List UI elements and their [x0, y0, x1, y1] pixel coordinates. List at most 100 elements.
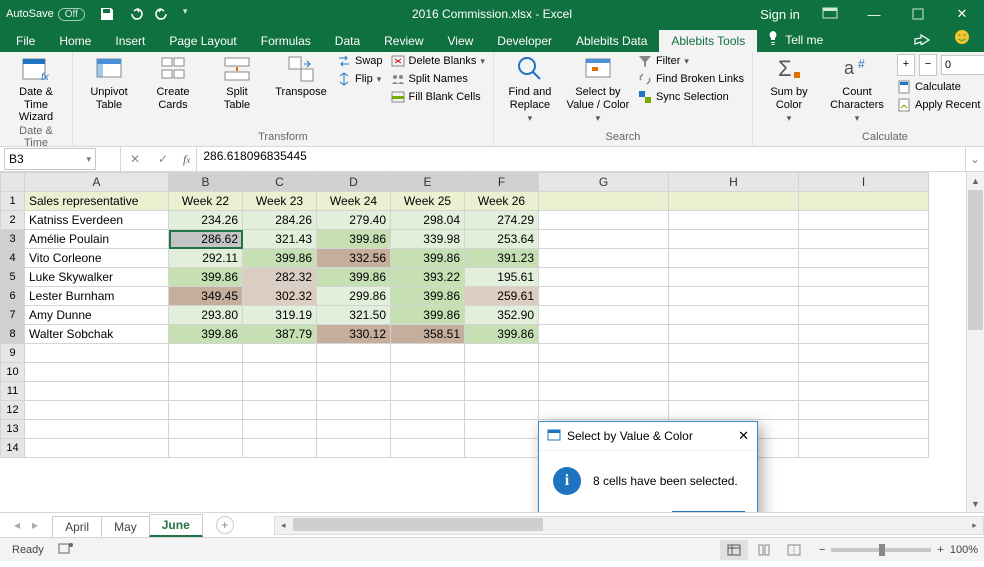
- cell[interactable]: [243, 344, 317, 363]
- cell[interactable]: [465, 401, 539, 420]
- cell[interactable]: [169, 420, 243, 439]
- tab-home[interactable]: Home: [47, 30, 103, 52]
- split-table-button[interactable]: Split Table: [209, 54, 265, 111]
- row-header[interactable]: 2: [1, 211, 25, 230]
- sync-selection-button[interactable]: Sync Selection: [638, 90, 744, 104]
- scroll-thumb[interactable]: [968, 190, 983, 330]
- create-cards-button[interactable]: Create Cards: [145, 54, 201, 111]
- cell[interactable]: [669, 249, 799, 268]
- cell[interactable]: [317, 401, 391, 420]
- header-cell[interactable]: Week 25: [391, 192, 465, 211]
- swap-button[interactable]: Swap: [337, 54, 383, 68]
- zoom-in-icon[interactable]: +: [937, 544, 943, 556]
- tab-review[interactable]: Review: [372, 30, 435, 52]
- cell[interactable]: [465, 344, 539, 363]
- record-macro-icon[interactable]: [58, 541, 74, 558]
- cell[interactable]: [169, 401, 243, 420]
- spreadsheet-grid[interactable]: ABCDEFGHI1Sales representativeWeek 22Wee…: [0, 172, 929, 458]
- cell[interactable]: [391, 344, 465, 363]
- cell[interactable]: [799, 420, 929, 439]
- col-header[interactable]: E: [391, 173, 465, 192]
- tab-ablebits-tools[interactable]: Ablebits Tools: [659, 30, 757, 52]
- row-header[interactable]: 3: [1, 230, 25, 249]
- fill-blank-cells-button[interactable]: Fill Blank Cells: [391, 90, 485, 104]
- close-icon[interactable]: ✕: [940, 0, 984, 28]
- zoom-slider[interactable]: [831, 548, 931, 552]
- view-normal-icon[interactable]: [720, 540, 748, 560]
- cell[interactable]: 274.29: [465, 211, 539, 230]
- cell[interactable]: Katniss Everdeen: [25, 211, 169, 230]
- cell[interactable]: [539, 344, 669, 363]
- dialog-close-icon[interactable]: ✕: [738, 428, 749, 444]
- expand-formula-icon[interactable]: ⌄: [965, 147, 984, 171]
- cell[interactable]: 321.50: [317, 306, 391, 325]
- cell[interactable]: [391, 401, 465, 420]
- cell[interactable]: [669, 192, 799, 211]
- col-header[interactable]: D: [317, 173, 391, 192]
- cell[interactable]: 195.61: [465, 268, 539, 287]
- sheet-nav-prev-icon[interactable]: ◂: [14, 518, 20, 532]
- tab-insert[interactable]: Insert: [103, 30, 157, 52]
- cell[interactable]: [799, 439, 929, 458]
- delete-blanks-button[interactable]: Delete Blanks▾: [391, 54, 485, 68]
- cell[interactable]: [539, 306, 669, 325]
- cell[interactable]: 391.23: [465, 249, 539, 268]
- cell[interactable]: Walter Sobchak: [25, 325, 169, 344]
- filter-button[interactable]: Filter▾: [638, 54, 744, 68]
- cell[interactable]: 286.62: [169, 230, 243, 249]
- scroll-left-icon[interactable]: ◂: [275, 517, 292, 534]
- cell[interactable]: 321.43: [243, 230, 317, 249]
- redo-icon[interactable]: [155, 6, 171, 22]
- cell[interactable]: [799, 268, 929, 287]
- fx-icon[interactable]: fx: [177, 152, 196, 167]
- split-names-button[interactable]: Split Names: [391, 72, 485, 86]
- cell[interactable]: 259.61: [465, 287, 539, 306]
- accept-formula-icon[interactable]: ✓: [149, 152, 177, 166]
- cell[interactable]: [669, 325, 799, 344]
- cell[interactable]: 330.12: [317, 325, 391, 344]
- cell[interactable]: [391, 363, 465, 382]
- header-cell[interactable]: Week 23: [243, 192, 317, 211]
- cell[interactable]: [243, 401, 317, 420]
- cell[interactable]: [669, 211, 799, 230]
- row-header[interactable]: 13: [1, 420, 25, 439]
- find-broken-links-button[interactable]: Find Broken Links: [638, 72, 744, 86]
- cell[interactable]: [169, 344, 243, 363]
- cell[interactable]: [317, 344, 391, 363]
- calculate-button[interactable]: Calculate: [897, 80, 984, 94]
- cell[interactable]: Amélie Poulain: [25, 230, 169, 249]
- col-header[interactable]: H: [669, 173, 799, 192]
- cell[interactable]: [799, 230, 929, 249]
- row-header[interactable]: 9: [1, 344, 25, 363]
- qat-dropdown-icon[interactable]: ▾: [183, 6, 188, 22]
- cell[interactable]: [799, 211, 929, 230]
- cell[interactable]: [799, 306, 929, 325]
- ribbon-options-icon[interactable]: [808, 0, 852, 28]
- calc-value-input[interactable]: [941, 55, 984, 75]
- cell[interactable]: [317, 439, 391, 458]
- unpivot-table-button[interactable]: Unpivot Table: [81, 54, 137, 111]
- view-page-layout-icon[interactable]: [750, 540, 778, 560]
- select-all-cell[interactable]: [1, 173, 25, 192]
- cell[interactable]: 302.32: [243, 287, 317, 306]
- cell[interactable]: Lester Burnham: [25, 287, 169, 306]
- tab-formulas[interactable]: Formulas: [249, 30, 323, 52]
- tab-page-layout[interactable]: Page Layout: [157, 30, 248, 52]
- cell[interactable]: 234.26: [169, 211, 243, 230]
- scroll-right-icon[interactable]: ▸: [966, 517, 983, 534]
- cell[interactable]: [465, 382, 539, 401]
- header-cell[interactable]: Week 24: [317, 192, 391, 211]
- tab-data[interactable]: Data: [323, 30, 372, 52]
- row-header[interactable]: 14: [1, 439, 25, 458]
- col-header[interactable]: I: [799, 173, 929, 192]
- apply-recent-button[interactable]: Apply Recent▾: [897, 98, 984, 112]
- cell[interactable]: [539, 249, 669, 268]
- cell[interactable]: [799, 192, 929, 211]
- cell[interactable]: 319.19: [243, 306, 317, 325]
- cell[interactable]: [539, 287, 669, 306]
- sheet-tab-june[interactable]: June: [149, 514, 203, 537]
- cell[interactable]: [799, 382, 929, 401]
- zoom-out-icon[interactable]: −: [819, 544, 825, 556]
- cell[interactable]: [465, 363, 539, 382]
- plus-button[interactable]: +: [897, 54, 915, 76]
